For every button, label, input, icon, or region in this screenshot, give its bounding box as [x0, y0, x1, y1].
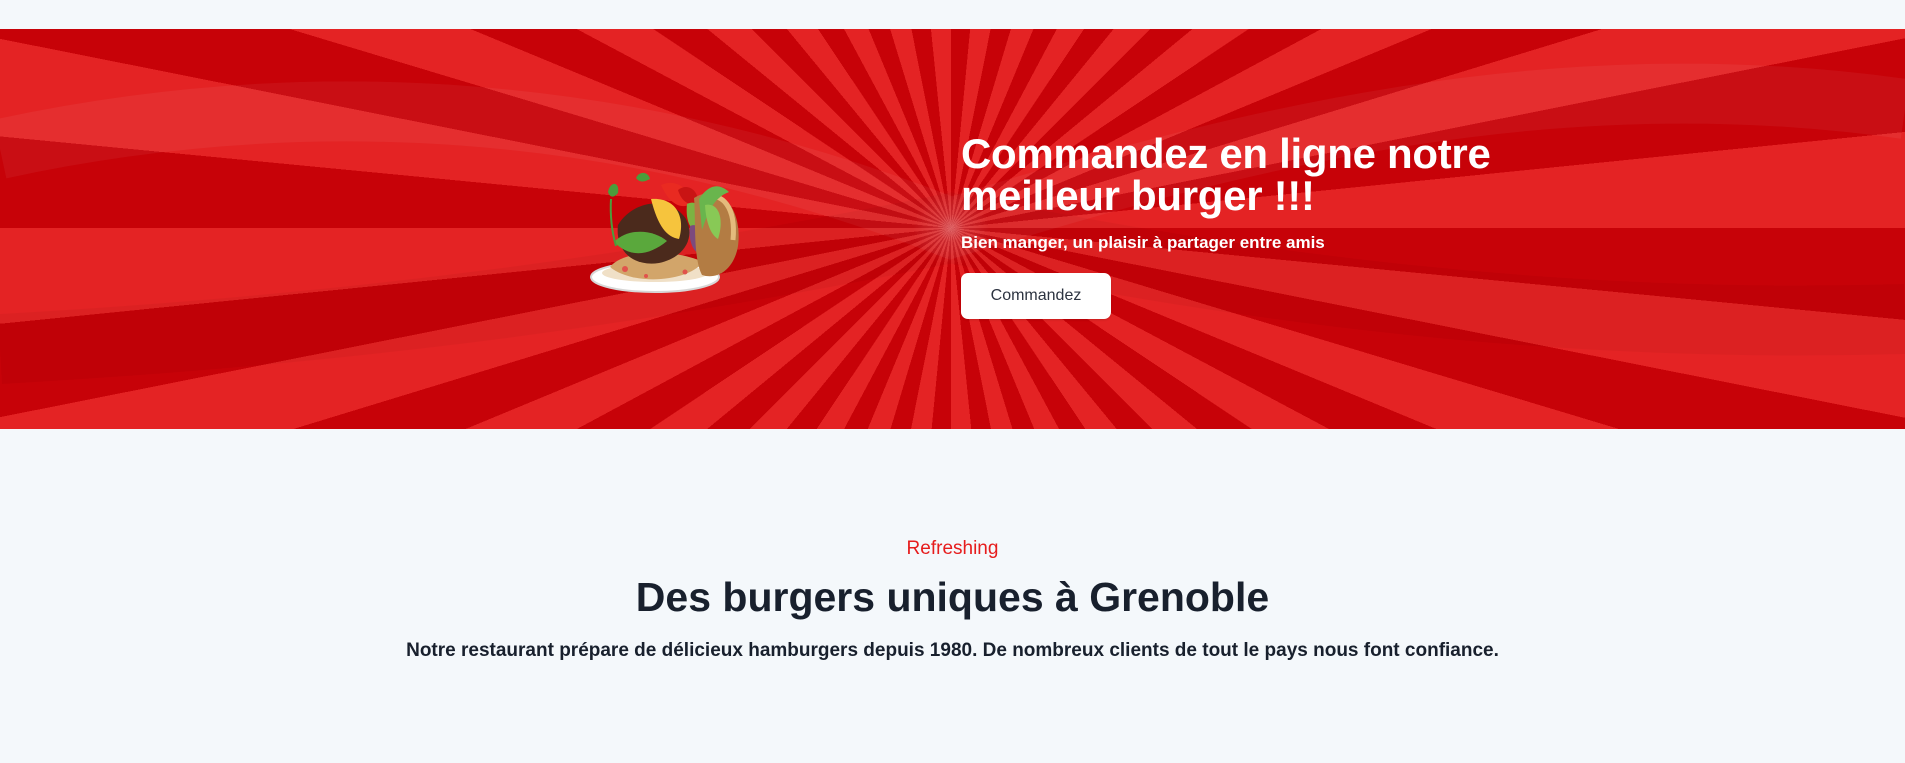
section-description: Notre restaurant prépare de délicieux ha…: [406, 640, 1499, 661]
order-button[interactable]: Commandez: [961, 273, 1111, 319]
hero-banner: Commandez en ligne notre meilleur burger…: [0, 29, 1905, 429]
page: Commandez en ligne notre meilleur burger…: [0, 0, 1905, 763]
hero-content: Commandez en ligne notre meilleur burger…: [961, 133, 1581, 319]
section-title: Des burgers uniques à Grenoble: [635, 574, 1270, 620]
burger-image: [590, 172, 739, 293]
hero-subtitle: Bien manger, un plaisir à partager entre…: [961, 233, 1325, 252]
hero-background-rays: [0, 63, 1905, 260]
intro-section: Refreshing Des burgers uniques à Grenobl…: [0, 429, 1905, 763]
section-kicker: Refreshing: [906, 538, 999, 559]
hero-title: Commandez en ligne notre meilleur burger…: [961, 130, 1491, 219]
